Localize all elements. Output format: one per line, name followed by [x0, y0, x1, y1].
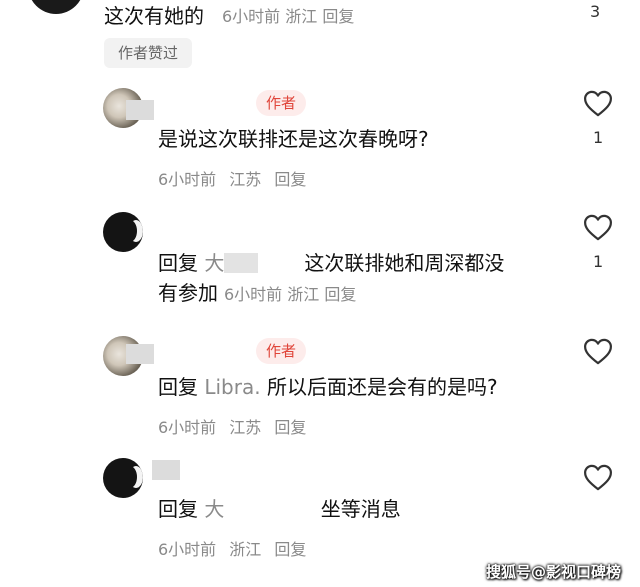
- heart-outline-icon[interactable]: [583, 214, 613, 241]
- reply-text: 是说这次联排还是这次春晚呀?: [158, 127, 429, 151]
- comment-time: 6小时前: [222, 7, 281, 26]
- avatar-moon: [123, 466, 137, 488]
- reply-time: 6小时前: [158, 418, 217, 437]
- reply-location: 浙江: [229, 540, 262, 559]
- reply-target-user[interactable]: 大: [204, 497, 224, 521]
- reply-content-continued: 有参加: [158, 281, 218, 305]
- reply-text: 回复 Libra. 所以后面还是会有的是吗?: [158, 372, 498, 402]
- avatar-moon: [123, 220, 137, 242]
- reply-location: 浙江: [287, 285, 320, 304]
- username-blurred: [152, 460, 180, 480]
- reply-link[interactable]: 回复: [274, 170, 306, 189]
- reply-link[interactable]: 回复: [322, 7, 354, 26]
- reply-content: 这次联排她和周深都没: [304, 251, 505, 275]
- reply-target-user[interactable]: Libra.: [204, 375, 260, 399]
- reply-content: 坐等消息: [320, 497, 401, 521]
- reply-location: 江苏: [229, 170, 262, 189]
- heart-outline-icon[interactable]: [583, 464, 613, 491]
- author-liked-badge: 作者赞过: [104, 38, 193, 68]
- comment-meta: 6小时前 浙江 回复: [222, 3, 354, 27]
- author-tag: 作者: [256, 90, 307, 116]
- reply-content: 所以后面还是会有的是吗?: [266, 375, 498, 399]
- reply-time: 6小时前: [158, 170, 217, 189]
- avatar[interactable]: [28, 0, 84, 14]
- reply-text: 回复 大 这次联排她和周深都没 有参加 6小时前 浙江 回复: [158, 248, 504, 310]
- reply-target-user[interactable]: 大: [204, 251, 224, 275]
- heart-outline-icon[interactable]: [583, 338, 613, 365]
- username-blurred: [224, 253, 259, 273]
- reply-meta: 6小时前 浙江 回复: [224, 285, 356, 304]
- avatar[interactable]: [103, 212, 143, 252]
- reply-meta: 6小时前 江苏 回复: [158, 166, 314, 190]
- reply-time: 6小时前: [224, 285, 283, 304]
- username-blurred: [258, 253, 305, 273]
- username-blurred: [126, 344, 154, 364]
- username-blurred: [224, 499, 315, 519]
- reply-location: 江苏: [229, 418, 262, 437]
- username-blurred: [126, 100, 154, 120]
- like-count: 1: [593, 252, 604, 271]
- watermark: 搜狐号@影视口碑榜: [486, 563, 622, 581]
- author-tag: 作者: [256, 338, 307, 364]
- avatar[interactable]: [103, 458, 143, 498]
- reply-link[interactable]: 回复: [274, 540, 306, 559]
- heart-outline-icon[interactable]: [583, 90, 613, 117]
- reply-prefix: 回复: [158, 497, 198, 521]
- reply-prefix: 回复: [158, 375, 198, 399]
- reply-link[interactable]: 回复: [274, 418, 306, 437]
- reply-prefix: 回复: [158, 251, 198, 275]
- comment-location: 浙江: [285, 7, 318, 26]
- like-count: 1: [593, 128, 604, 147]
- reply-text: 回复 大 坐等消息: [158, 494, 401, 524]
- like-count: 3: [590, 2, 601, 21]
- reply-time: 6小时前: [158, 540, 217, 559]
- reply-link[interactable]: 回复: [324, 285, 356, 304]
- reply-meta: 6小时前 浙江 回复: [158, 536, 314, 560]
- reply-meta: 6小时前 江苏 回复: [158, 414, 314, 438]
- comment-text: 这次有她的: [104, 4, 204, 28]
